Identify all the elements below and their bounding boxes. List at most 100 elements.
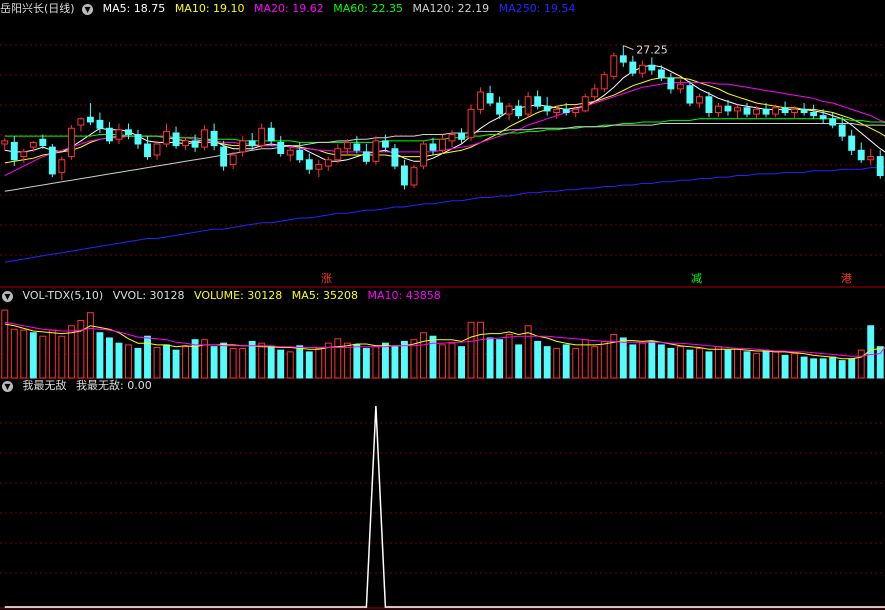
- candle-up: [610, 55, 618, 77]
- candle-up: [201, 129, 209, 148]
- volume-bar-up: [86, 312, 94, 379]
- volume-bar-down: [172, 349, 180, 379]
- volume-bar-down: [515, 344, 523, 379]
- candle-up: [324, 159, 332, 167]
- volume-bar-up: [600, 340, 608, 379]
- volume-bar-up: [695, 347, 703, 379]
- volume-bar-up: [1, 309, 9, 379]
- candle-up: [286, 149, 294, 156]
- volume-bar-down: [657, 344, 665, 379]
- volume-bar-down: [248, 340, 256, 379]
- candle-up: [591, 88, 599, 98]
- candle-up: [343, 141, 351, 150]
- candle-down: [267, 127, 275, 142]
- high-marker-line: [623, 45, 634, 51]
- volume-bar-up: [286, 351, 294, 379]
- candle-up: [553, 108, 561, 113]
- candle-down: [10, 141, 18, 161]
- candle-up: [467, 108, 475, 139]
- candle-up: [600, 74, 608, 90]
- candle-down: [686, 85, 694, 104]
- candle-down: [648, 64, 656, 71]
- volume-bar-down: [781, 354, 789, 379]
- candle-down: [515, 105, 523, 117]
- volume-bar-up: [553, 347, 561, 379]
- candle-down: [534, 96, 542, 107]
- candle-up: [448, 134, 456, 142]
- candle-down: [248, 140, 256, 147]
- stock-chart-canvas[interactable]: 27.25: [0, 0, 885, 610]
- candle-up: [695, 96, 703, 104]
- volume-bar-down: [144, 335, 151, 379]
- ma-line-ma20: [4, 82, 885, 176]
- candle-up: [410, 167, 418, 186]
- volume-bar-down: [486, 337, 494, 379]
- volume-bar-up: [581, 339, 589, 379]
- volume-bar-up: [315, 347, 323, 379]
- candle-up: [867, 156, 875, 161]
- candle-up: [315, 163, 323, 170]
- volume-bar-up: [39, 335, 47, 379]
- volume-bar-down: [400, 340, 408, 379]
- volume-bar-down: [629, 344, 637, 379]
- candle-up: [524, 96, 532, 115]
- candle-down: [857, 149, 865, 161]
- volume-bar-up: [448, 342, 456, 379]
- volume-bar-down: [686, 349, 694, 379]
- volume-bar-up: [420, 332, 427, 379]
- volume-bar-down: [829, 356, 837, 379]
- candle-down: [800, 108, 808, 113]
- candle-down: [191, 140, 199, 148]
- ma-line-ma120: [4, 123, 885, 192]
- volume-bar-down: [391, 346, 399, 379]
- candle-down: [838, 124, 846, 137]
- high-marker-label: 27.25: [636, 44, 668, 57]
- volume-bar-down: [305, 351, 313, 379]
- volume-bar-down: [619, 337, 627, 379]
- candle-down: [362, 151, 370, 162]
- candle-up: [258, 127, 266, 147]
- volume-bar-down: [667, 347, 675, 379]
- candle-down: [829, 118, 837, 126]
- candle-down: [400, 165, 408, 186]
- volume-bar-up: [239, 347, 247, 379]
- volume-bar-down: [838, 360, 846, 379]
- volume-bar-up: [324, 342, 332, 379]
- volume-bar-down: [800, 356, 808, 379]
- candle-down: [277, 141, 285, 154]
- candle-up: [182, 140, 190, 147]
- candle-down: [496, 102, 504, 115]
- candle-down: [105, 127, 113, 142]
- candle-up: [77, 118, 85, 126]
- candle-up: [20, 151, 28, 158]
- candle-up: [638, 64, 646, 74]
- candle-up: [239, 140, 247, 153]
- volume-bar-down: [381, 342, 389, 379]
- volume-bar-down: [562, 344, 570, 379]
- volume-bar-up: [715, 346, 722, 379]
- volume-bar-down: [543, 346, 551, 379]
- candle-down: [819, 115, 827, 120]
- candle-down: [134, 134, 142, 145]
- volume-bar-up: [591, 346, 599, 379]
- volume-bar-down: [163, 344, 170, 379]
- candle-down: [96, 119, 104, 129]
- volume-bar-down: [743, 351, 751, 379]
- candle-up: [676, 83, 684, 90]
- candle-down: [810, 112, 818, 117]
- volume-bar-down: [819, 358, 827, 379]
- volume-bar-up: [334, 338, 342, 379]
- candle-up: [372, 140, 380, 162]
- volume-bar-up: [10, 328, 18, 379]
- candle-down: [562, 108, 570, 113]
- volume-bar-down: [724, 349, 732, 379]
- volume-bar-down: [277, 349, 285, 379]
- volume-bar-down: [29, 332, 37, 379]
- volume-bar-up: [58, 335, 66, 379]
- candle-down: [876, 156, 884, 177]
- volume-bar-up: [20, 329, 28, 379]
- candle-up: [734, 107, 741, 112]
- volume-bar-up: [182, 346, 190, 379]
- volume-bar-up: [772, 351, 780, 379]
- volume-bar-down: [762, 349, 770, 379]
